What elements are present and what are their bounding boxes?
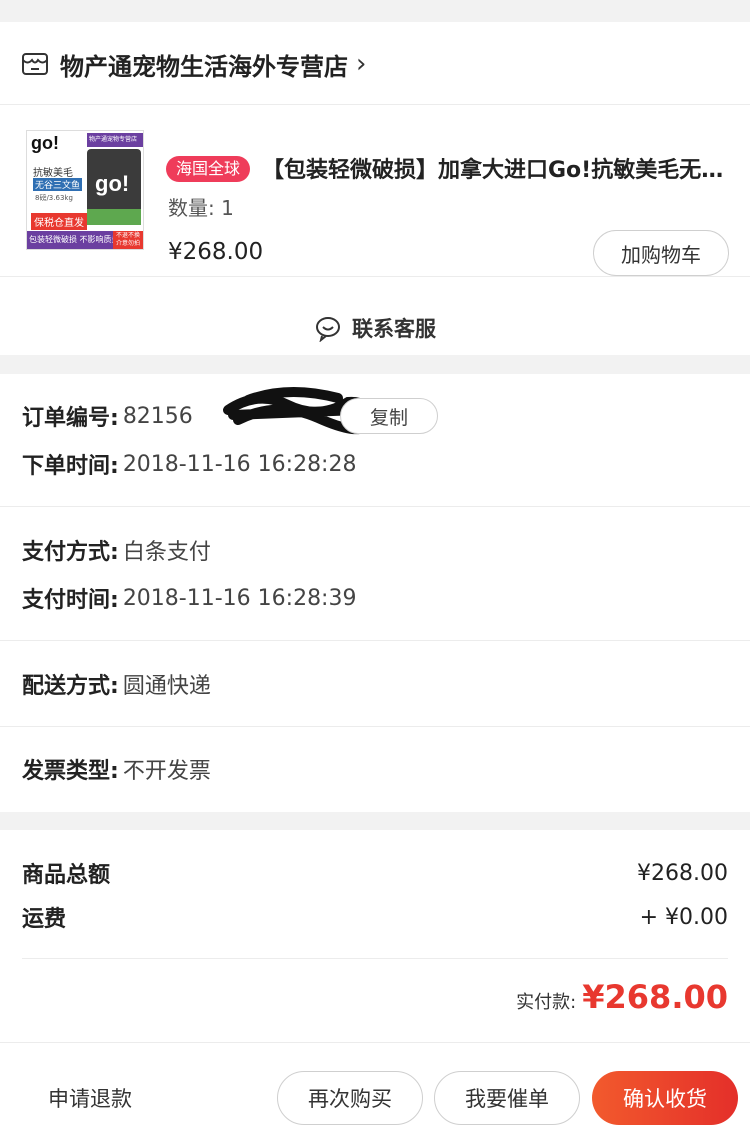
- order-number-value: 82156: [122, 403, 193, 429]
- goods-total-row: 商品总额 ¥268.00: [22, 856, 728, 890]
- paid-value: ¥268.00: [582, 978, 728, 1016]
- urge-order-button[interactable]: 我要催单: [434, 1071, 580, 1125]
- chevron-right-icon: ›: [356, 49, 367, 79]
- invoice-value: 不开发票: [122, 759, 211, 784]
- apply-refund-link[interactable]: 申请退款: [48, 1083, 132, 1113]
- bottom-action-bar: 申请退款 再次购买 我要催单 确认收货: [0, 1042, 750, 1146]
- global-tag: 海国全球: [166, 156, 251, 182]
- delivery-value: 圆通快递: [122, 674, 211, 699]
- invoice-label: 发票类型:: [22, 759, 119, 784]
- order-number-label: 订单编号:: [22, 406, 119, 431]
- shop-card: 物产通宠物生活海外专营店 › go! 抗敏美毛 无谷三文鱼 8磅/3.63kg …: [0, 22, 750, 355]
- goods-total-label: 商品总额: [22, 863, 111, 888]
- order-time-row: 下单时间: 2018-11-16 16:28:28: [22, 446, 356, 482]
- invoice-row: 发票类型: 不开发票: [22, 751, 211, 787]
- pay-method-label: 支付方式:: [22, 540, 119, 565]
- product-image-weight: 8磅/3.63kg: [35, 194, 73, 202]
- shop-header[interactable]: 物产通宠物生活海外专营店 ›: [20, 46, 366, 82]
- paid-amount-row: 实付款: ¥268.00: [516, 978, 728, 1016]
- product-image-bottom-right: 不退不换 介意勿拍: [113, 231, 143, 249]
- product-bag-stripe: [87, 209, 141, 225]
- order-info-card: 订单编号: 82156 复制 下单时间: 2018-11-16 16:28:28…: [0, 374, 750, 812]
- product-quantity: 数量: 1: [168, 196, 234, 220]
- order-time-label: 下单时间:: [22, 454, 119, 479]
- contact-service-button[interactable]: 联系客服: [0, 300, 750, 356]
- order-time-value: 2018-11-16 16:28:28: [122, 451, 357, 477]
- delivery-row: 配送方式: 圆通快递: [22, 666, 211, 702]
- pay-method-row: 支付方式: 白条支付: [22, 532, 211, 568]
- buy-again-button[interactable]: 再次购买: [277, 1071, 423, 1125]
- pay-method-value: 白条支付: [122, 540, 211, 565]
- paid-label: 实付款:: [516, 992, 577, 1013]
- pay-time-row: 支付时间: 2018-11-16 16:28:39: [22, 580, 356, 616]
- shop-name[interactable]: 物产通宠物生活海外专营店: [60, 47, 348, 82]
- product-title[interactable]: 【包装轻微破损】加拿大进口Go!抗敏美毛无谷三文鱼: [262, 152, 732, 184]
- product-image-red-label: 保税仓直发: [31, 213, 87, 230]
- order-number-row: 订单编号: 82156: [22, 398, 193, 434]
- divider: [0, 104, 750, 105]
- product-price: ¥268.00: [168, 239, 264, 265]
- product-image[interactable]: go! 抗敏美毛 无谷三文鱼 8磅/3.63kg 物产通宠物专营店 go! 保税…: [26, 130, 144, 250]
- product-image-line1: 抗敏美毛: [33, 168, 73, 179]
- divider: [0, 506, 750, 507]
- order-total-card: 商品总额 ¥268.00 运费 + ¥0.00 实付款: ¥268.00: [0, 830, 750, 1042]
- divider: [0, 726, 750, 727]
- delivery-label: 配送方式:: [22, 674, 119, 699]
- product-image-line2: 无谷三文鱼: [33, 178, 83, 191]
- add-to-cart-button[interactable]: 加购物车: [593, 230, 729, 276]
- divider: [22, 958, 728, 959]
- contact-service-label: 联系客服: [352, 317, 436, 341]
- pay-time-label: 支付时间:: [22, 588, 119, 613]
- chat-smile-icon: [316, 317, 340, 342]
- product-image-brand: go!: [31, 133, 59, 153]
- product-image-store-label: 物产通宠物专营店: [87, 133, 143, 147]
- pay-time-value: 2018-11-16 16:28:39: [122, 585, 357, 611]
- divider: [0, 640, 750, 641]
- store-icon: [22, 53, 48, 75]
- shipping-label: 运费: [22, 907, 67, 932]
- product-bag-logo: go!: [95, 171, 130, 196]
- shipping-value: + ¥0.00: [639, 904, 728, 930]
- copy-order-number-button[interactable]: 复制: [340, 398, 438, 434]
- divider: [0, 276, 750, 277]
- confirm-receipt-button[interactable]: 确认收货: [592, 1071, 738, 1125]
- shipping-row: 运费 + ¥0.00: [22, 900, 728, 934]
- goods-total-value: ¥268.00: [637, 860, 728, 886]
